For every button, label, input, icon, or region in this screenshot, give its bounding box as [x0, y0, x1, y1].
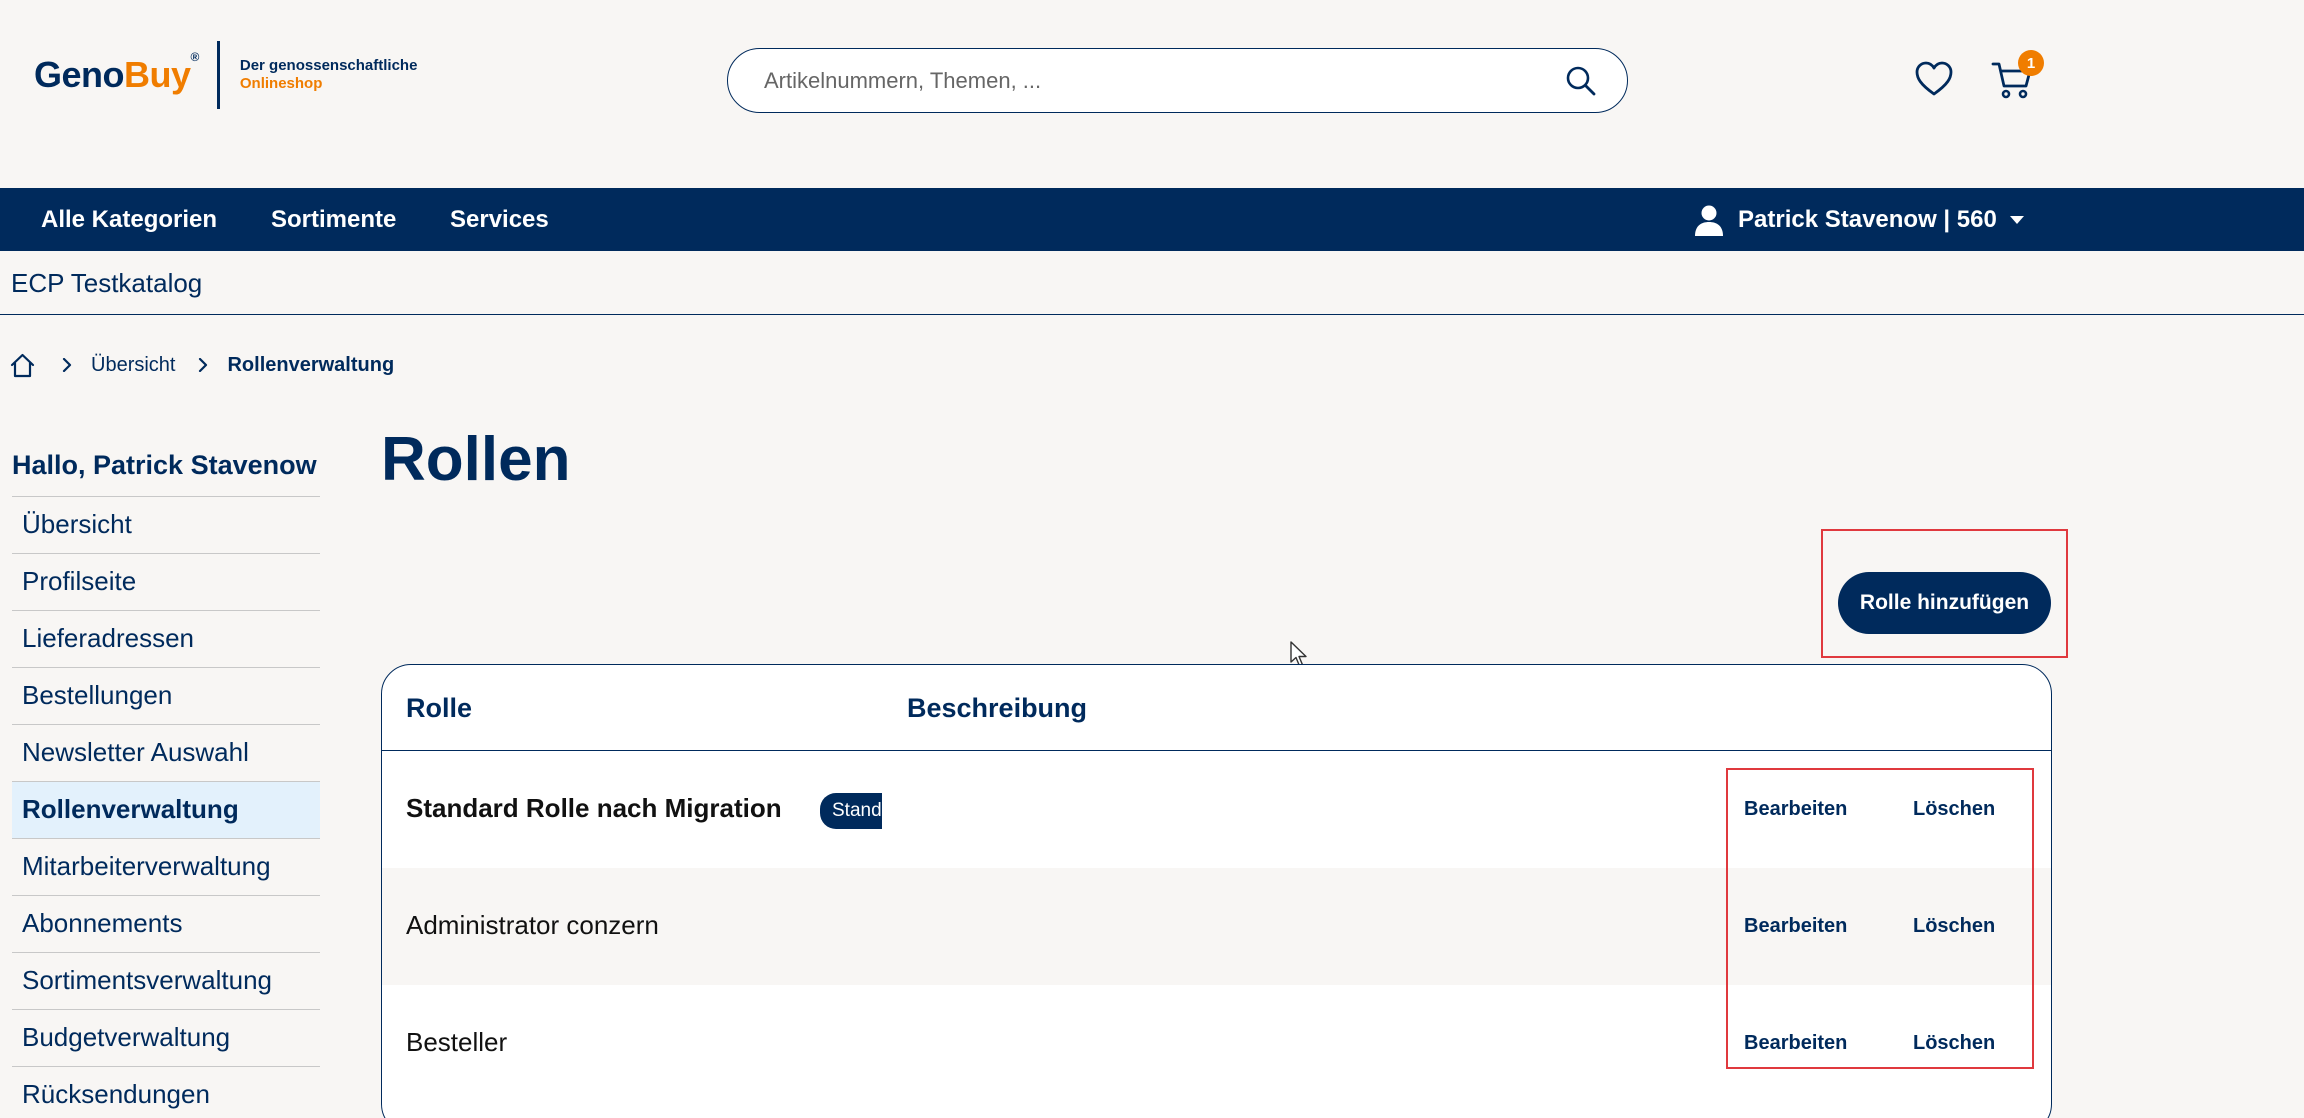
column-header-description: Beschreibung [907, 693, 1088, 723]
nav-item-assortments[interactable]: Sortimente [271, 206, 396, 234]
sidebar-greeting: Hallo, Patrick Stavenow [12, 447, 320, 497]
user-menu[interactable]: Patrick Stavenow | 560 [1694, 202, 2025, 238]
cart-count-badge: 1 [2018, 50, 2044, 76]
heart-icon[interactable] [1914, 60, 1954, 98]
search-bar [727, 48, 1628, 113]
sidebar-item-profile[interactable]: Profilseite [12, 554, 320, 611]
search-input[interactable] [728, 50, 1548, 111]
sidebar-item-subscriptions[interactable]: Abonnements [12, 896, 320, 953]
catalog-title[interactable]: ECP Testkatalog [11, 268, 202, 299]
chevron-right-icon [199, 358, 208, 372]
table-header: Rolle Beschreibung [382, 665, 2051, 751]
breadcrumb: Übersicht Rollenverwaltung [10, 350, 394, 380]
nav-item-services[interactable]: Services [450, 206, 549, 234]
role-name: Standard Rolle nach Migration [406, 793, 782, 823]
sidebar-item-overview[interactable]: Übersicht [12, 497, 320, 554]
breadcrumb-overview[interactable]: Übersicht [91, 354, 175, 377]
sidebar-item-returns[interactable]: Rücksendungen [12, 1067, 320, 1118]
genobuy-logo[interactable]: GenoBuy® Der genossenschaftliche Onlines… [34, 40, 417, 110]
logo-wordmark: GenoBuy® [34, 50, 199, 95]
site-header: GenoBuy® Der genossenschaftliche Onlines… [0, 0, 2304, 188]
user-icon [1695, 205, 1723, 236]
breadcrumb-current: Rollenverwaltung [227, 353, 395, 376]
logo-divider [216, 41, 220, 109]
account-sidebar: Hallo, Patrick Stavenow Übersicht Profil… [12, 447, 320, 1118]
add-role-button[interactable]: Rolle hinzufügen [1838, 572, 2051, 634]
role-name: Administrator conzern [406, 910, 659, 940]
page-title: Rollen [381, 425, 571, 494]
sidebar-item-budget-management[interactable]: Budgetverwaltung [12, 1010, 320, 1067]
chevron-down-icon [2009, 216, 2024, 224]
search-icon[interactable] [1565, 65, 1597, 97]
sidebar-item-orders[interactable]: Bestellungen [12, 668, 320, 725]
sidebar-item-assortment-management[interactable]: Sortimentsverwaltung [12, 953, 320, 1010]
chevron-right-icon [62, 358, 72, 372]
sidebar-item-employee-management[interactable]: Mitarbeiterverwaltung [12, 839, 320, 896]
logo-tagline: Der genossenschaftliche Onlineshop [239, 57, 418, 92]
catalog-bar: ECP Testkatalog [0, 251, 2304, 315]
highlight-box-row-actions [1726, 768, 2034, 1069]
sidebar-item-newsletter[interactable]: Newsletter Auswahl [12, 725, 320, 782]
nav-item-all-categories[interactable]: Alle Kategorien [41, 206, 217, 234]
sidebar-item-role-management[interactable]: Rollenverwaltung [12, 782, 320, 839]
user-menu-label: Patrick Stavenow | 560 [1738, 206, 1997, 233]
role-name: Besteller [406, 1027, 508, 1057]
home-icon[interactable] [10, 353, 35, 378]
sidebar-item-delivery-addresses[interactable]: Lieferadressen [12, 611, 320, 668]
column-header-role: Rolle [406, 693, 473, 723]
standard-badge: Stand [820, 793, 882, 829]
main-navigation: Alle Kategorien Sortimente Services Patr… [0, 188, 2304, 251]
